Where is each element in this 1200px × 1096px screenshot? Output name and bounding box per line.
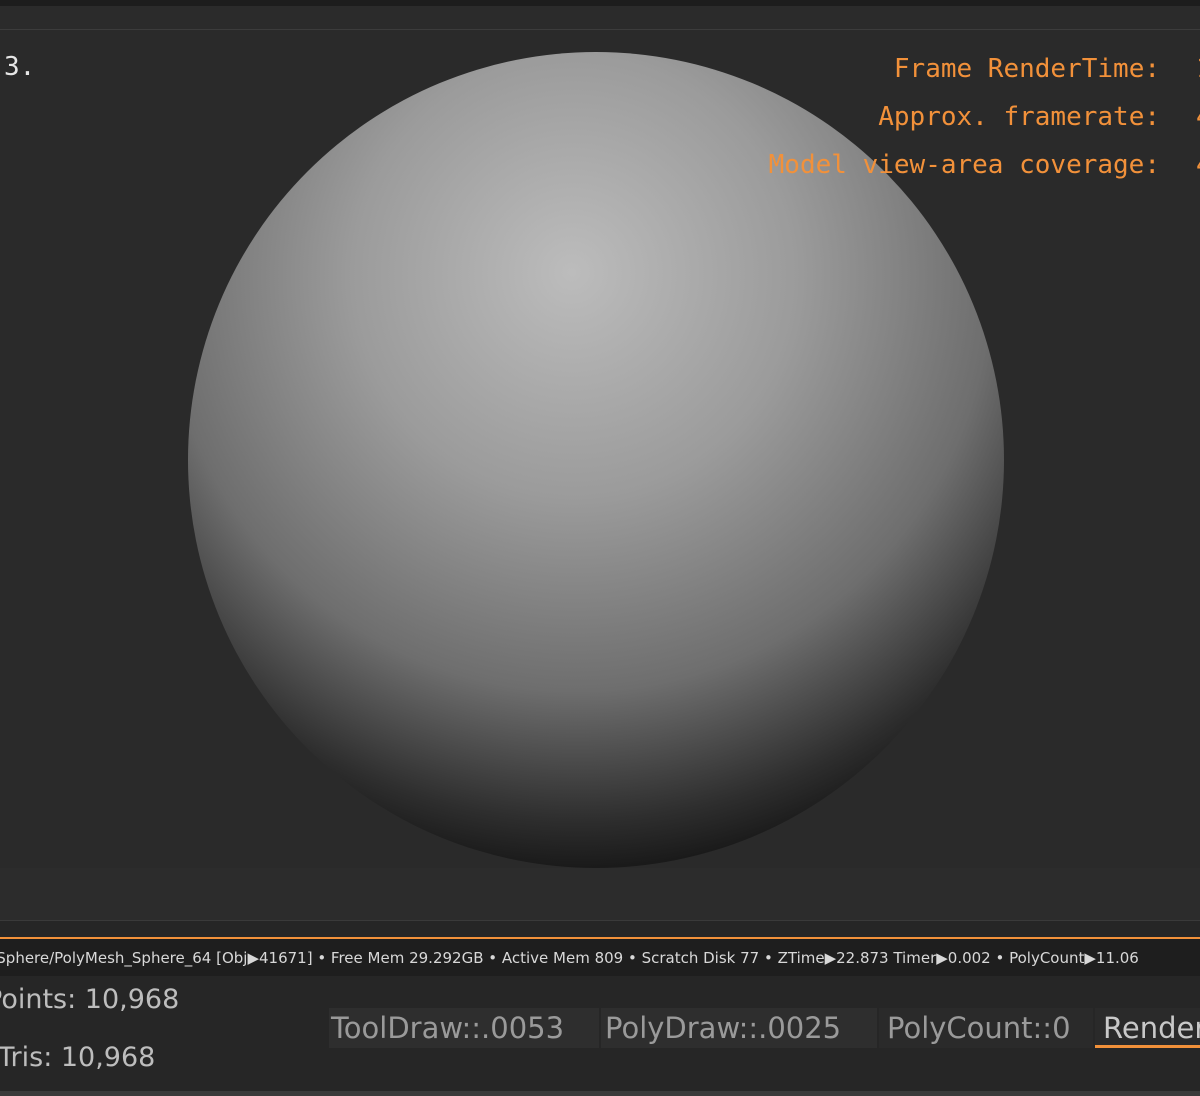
points-count: Points: 10,968 <box>0 984 180 1015</box>
overlay-row: Frame RenderTime: 1 <box>769 52 1200 100</box>
overlay-label: Approx. framerate: <box>878 102 1160 132</box>
overlay-value: 4 <box>1160 148 1200 196</box>
overlay-value: 1 <box>1160 52 1200 100</box>
overlay-row: Model view-area coverage: 4 <box>769 148 1200 196</box>
timing-stats: ToolDraw::.0053 PolyDraw::.0025 PolyCoun… <box>329 1008 1200 1048</box>
lower-panel <box>0 868 1200 920</box>
overlay-label: Frame RenderTime: <box>893 54 1160 84</box>
stats-panel: Points: 10,968 Tris: 10,968 ToolDraw::.0… <box>0 976 1200 1091</box>
panel-separator <box>0 920 1200 938</box>
info-status-bar: ZSphere/PolyMesh_Sphere_64 [Obj▶41671] •… <box>0 939 1200 976</box>
tooldraw-stat: ToolDraw::.0053 <box>329 1008 599 1048</box>
polydraw-stat: PolyDraw::.0025 <box>601 1008 877 1048</box>
render-stats-overlay: Frame RenderTime: 1 Approx. framerate: 4… <box>769 52 1200 196</box>
overlay-label: Model view-area coverage: <box>768 150 1160 180</box>
overlay-value: 4 <box>1160 100 1200 148</box>
title-strip <box>0 0 1200 6</box>
tris-count: Tris: 10,968 <box>0 1042 156 1073</box>
3d-viewport[interactable]: 3. Frame RenderTime: 1 Approx. framerate… <box>0 29 1200 869</box>
footer-strip <box>0 1091 1200 1096</box>
render-tab[interactable]: Render <box>1095 1008 1200 1048</box>
corner-label: 3. <box>4 52 36 82</box>
polycount-stat: PolyCount::0 <box>879 1008 1093 1048</box>
overlay-row: Approx. framerate: 4 <box>769 100 1200 148</box>
